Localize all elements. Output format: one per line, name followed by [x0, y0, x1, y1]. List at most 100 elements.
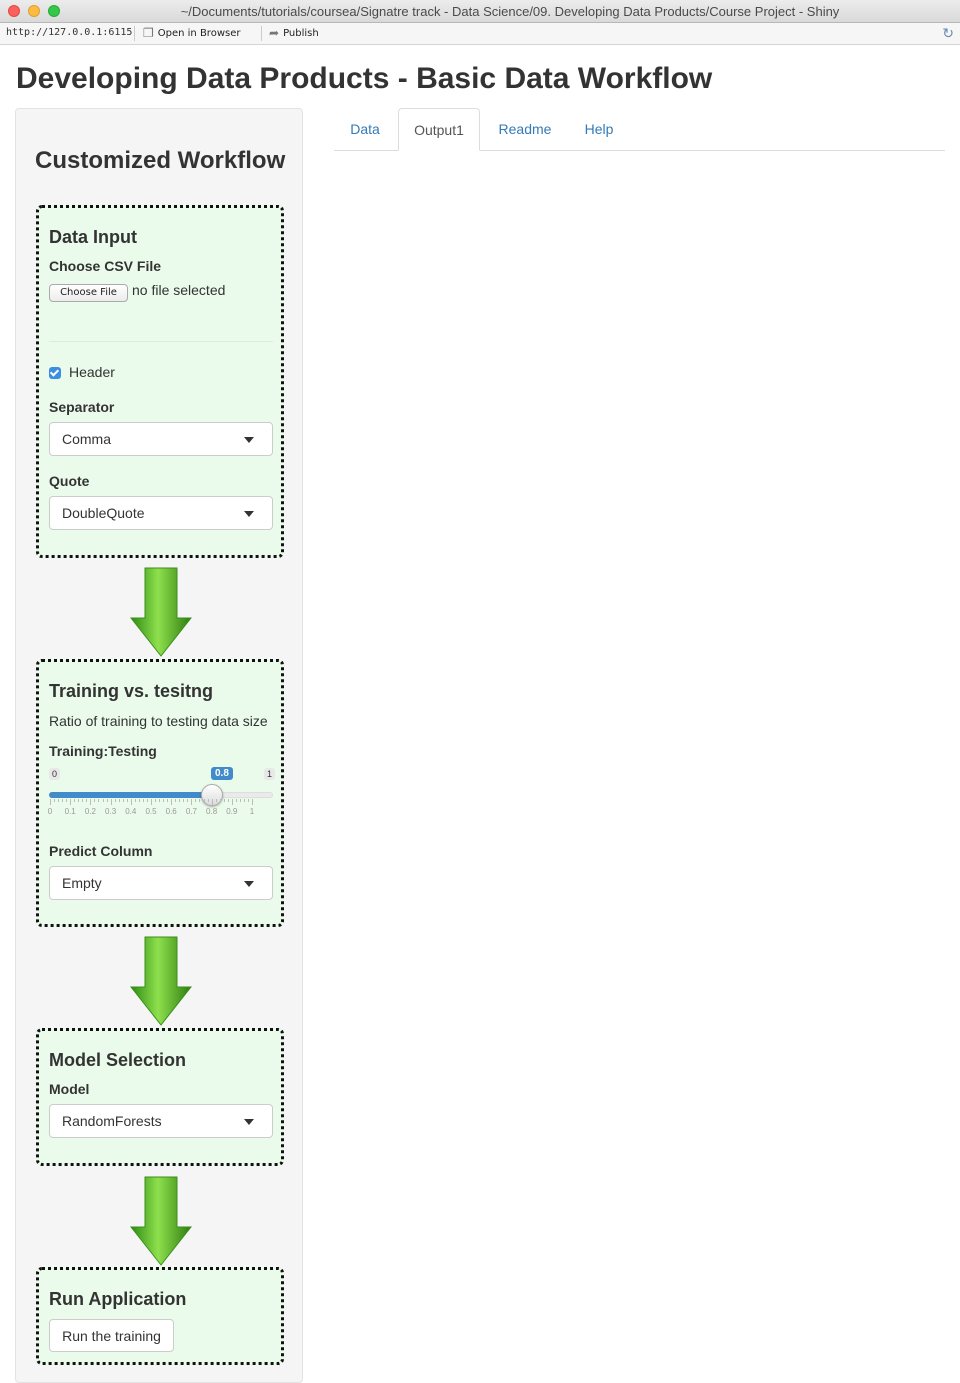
slider-minor-tick [215, 799, 217, 802]
quote-selected-value: DoubleQuote [62, 505, 145, 521]
caret-down-icon [244, 511, 254, 517]
slider-tick-mark [50, 799, 51, 805]
slider-tick-label: 0.8 [206, 807, 218, 816]
down-arrow-icon [130, 1176, 192, 1266]
down-arrow-icon [130, 567, 192, 657]
caret-down-icon [244, 881, 254, 887]
slider-minor-tick [82, 799, 84, 802]
url-display: http://127.0.0.1:6115 [6, 27, 133, 38]
refresh-icon[interactable]: ↻ [942, 25, 954, 42]
slider-minor-tick [155, 799, 157, 802]
model-selected-value: RandomForests [62, 1113, 162, 1129]
slider-tick-mark [191, 799, 193, 805]
tab-content-area [334, 151, 945, 1351]
slider-tick-label: 0 [47, 807, 53, 816]
slider-minor-tick [106, 799, 108, 802]
separator-label: Separator [49, 399, 115, 415]
open-in-browser-label: Open in Browser [157, 27, 241, 39]
tab-output1[interactable]: Output1 [398, 108, 480, 151]
slider-minor-tick [98, 799, 100, 802]
slider-minor-tick [183, 799, 185, 802]
slider-tick-label: 0.3 [105, 807, 117, 816]
quote-select[interactable]: DoubleQuote [49, 496, 273, 530]
slider-minor-tick [227, 799, 229, 802]
window-title: ~/Documents/tutorials/coursea/Signatre t… [180, 4, 840, 19]
slider-tick-mark [211, 799, 213, 805]
slider-minor-tick [62, 799, 64, 802]
slider-tick-label: 0.7 [185, 807, 197, 816]
slider-tick-label: 0.5 [145, 807, 157, 816]
separator-select[interactable]: Comma [49, 422, 273, 456]
slider-minor-tick [163, 799, 165, 802]
tab-data[interactable]: Data [334, 108, 396, 150]
publish-button[interactable]: ➦ Publish [269, 26, 319, 40]
publish-label: Publish [283, 27, 319, 39]
window-title-bar: ~/Documents/tutorials/coursea/Signatre t… [0, 0, 960, 23]
slider-minor-tick [102, 799, 104, 802]
viewer-toolbar: http://127.0.0.1:6115 ❐ Open in Browser … [0, 23, 960, 45]
slider-minor-tick [94, 799, 96, 802]
slider-tick-mark [252, 799, 253, 805]
sidebar-heading: Customized Workflow [35, 147, 286, 174]
slider-minor-tick [114, 799, 116, 802]
minimize-window-button[interactable] [28, 5, 40, 17]
slider-minor-tick [179, 799, 181, 802]
slider-tick-label: 0.1 [64, 807, 76, 816]
open-in-browser-button[interactable]: ❐ Open in Browser [143, 26, 240, 40]
tab-readme[interactable]: Readme [482, 108, 568, 150]
header-checkbox-label: Header [69, 364, 115, 380]
run-application-heading: Run Application [49, 1289, 187, 1309]
slider-fill [49, 792, 212, 798]
slider-minor-tick [223, 799, 225, 802]
zoom-window-button[interactable] [48, 5, 60, 17]
toolbar-divider [261, 26, 262, 41]
slider-minor-tick [58, 799, 60, 802]
slider-minor-tick [134, 799, 136, 802]
main-tabs: Data Output1 Readme Help [334, 108, 945, 151]
slider-minor-tick [219, 799, 221, 802]
model-select[interactable]: RandomForests [49, 1104, 273, 1138]
publish-arrow-icon: ➦ [269, 26, 280, 40]
slider-tick-label: 0.9 [226, 807, 238, 816]
model-label: Model [49, 1081, 90, 1097]
choose-file-button[interactable]: Choose File [49, 284, 128, 302]
predict-column-selected-value: Empty [62, 875, 102, 891]
slider-tick-label: 0.2 [84, 807, 96, 816]
sidebar-panel: Customized Workflow Data Input Choose CS… [15, 108, 303, 1383]
close-window-button[interactable] [8, 5, 20, 17]
quote-label: Quote [49, 473, 90, 489]
header-checkbox[interactable] [49, 367, 61, 379]
caret-down-icon [244, 437, 254, 443]
slider-minor-tick [203, 799, 205, 802]
slider-minor-tick [207, 799, 209, 802]
predict-column-select[interactable]: Empty [49, 866, 273, 900]
slider-minor-tick [175, 799, 177, 802]
page-title: Developing Data Products - Basic Data Wo… [16, 62, 713, 95]
run-training-button[interactable]: Run the training [49, 1319, 174, 1352]
slider-minor-tick [195, 799, 197, 802]
slider-minor-tick [243, 799, 245, 802]
down-arrow-icon [130, 936, 192, 1026]
slider-minor-tick [78, 799, 80, 802]
data-input-heading: Data Input [49, 227, 137, 247]
training-heading: Training vs. tesitng [49, 681, 214, 701]
slider-minor-tick [239, 799, 241, 802]
tab-help[interactable]: Help [570, 108, 628, 150]
slider-tick-label: 0.6 [165, 807, 177, 816]
slider-minor-tick [247, 799, 249, 802]
slider-minor-tick [199, 799, 201, 802]
slider-minor-tick [167, 799, 169, 802]
toolbar-divider [134, 26, 135, 41]
slider-minor-tick [66, 799, 68, 802]
model-selection-panel: Model Selection Model RandomForests [36, 1028, 284, 1166]
slider-minor-tick [146, 799, 148, 802]
slider-tick-mark [70, 799, 72, 805]
training-panel: Training vs. tesitng Ratio of training t… [36, 659, 284, 927]
separator-selected-value: Comma [62, 431, 112, 447]
slider-minor-tick [235, 799, 237, 802]
slider-minor-tick [126, 799, 128, 802]
slider-tick-label: 0.4 [125, 807, 137, 816]
run-application-panel: Run Application Run the training [36, 1267, 284, 1365]
slider-minor-tick [122, 799, 124, 802]
caret-down-icon [244, 1119, 254, 1125]
